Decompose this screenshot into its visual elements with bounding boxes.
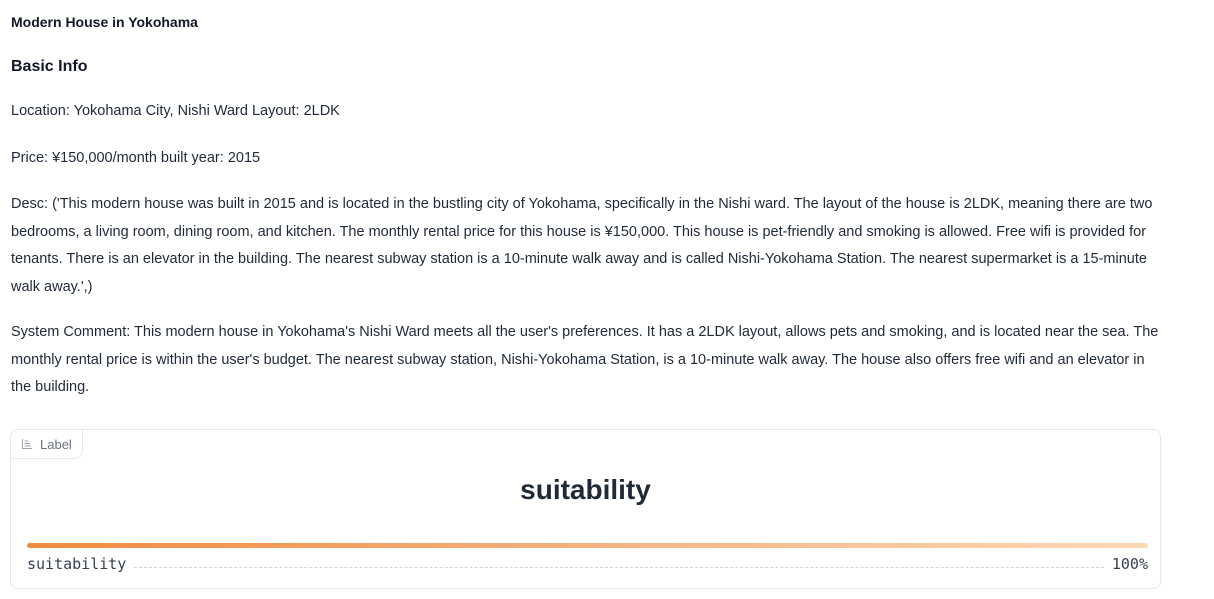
label-icon [21,438,33,450]
price-line: Price: ¥150,000/month built year: 2015 [11,150,261,166]
location-line: Location: Yokohama City, Nishi Ward Layo… [11,103,340,119]
description-paragraph: Desc: ('This modern house was built in 2… [11,196,1153,295]
predicted-label: suitability [520,474,651,505]
confidence-bar [27,543,1148,548]
app-page: Modern House in Yokohama Basic Info Loca… [0,0,1214,599]
confidence-value: 100% [1111,555,1148,573]
confidence-label: suitability [27,555,127,573]
label-component: Label suitability suitability 100% [10,429,1161,589]
confidence-row[interactable]: suitability 100% [27,555,1148,573]
page-title: Modern House in Yokohama [11,14,198,30]
label-component-tag: Label [10,429,83,459]
section-heading-basic-info: Basic Info [11,58,88,75]
system-comment-paragraph: System Comment: This modern house in Yok… [11,324,1159,395]
confidence-leader [134,567,1104,568]
confidence-bar-fill [27,543,1148,548]
label-tag-text: Label [40,436,72,452]
